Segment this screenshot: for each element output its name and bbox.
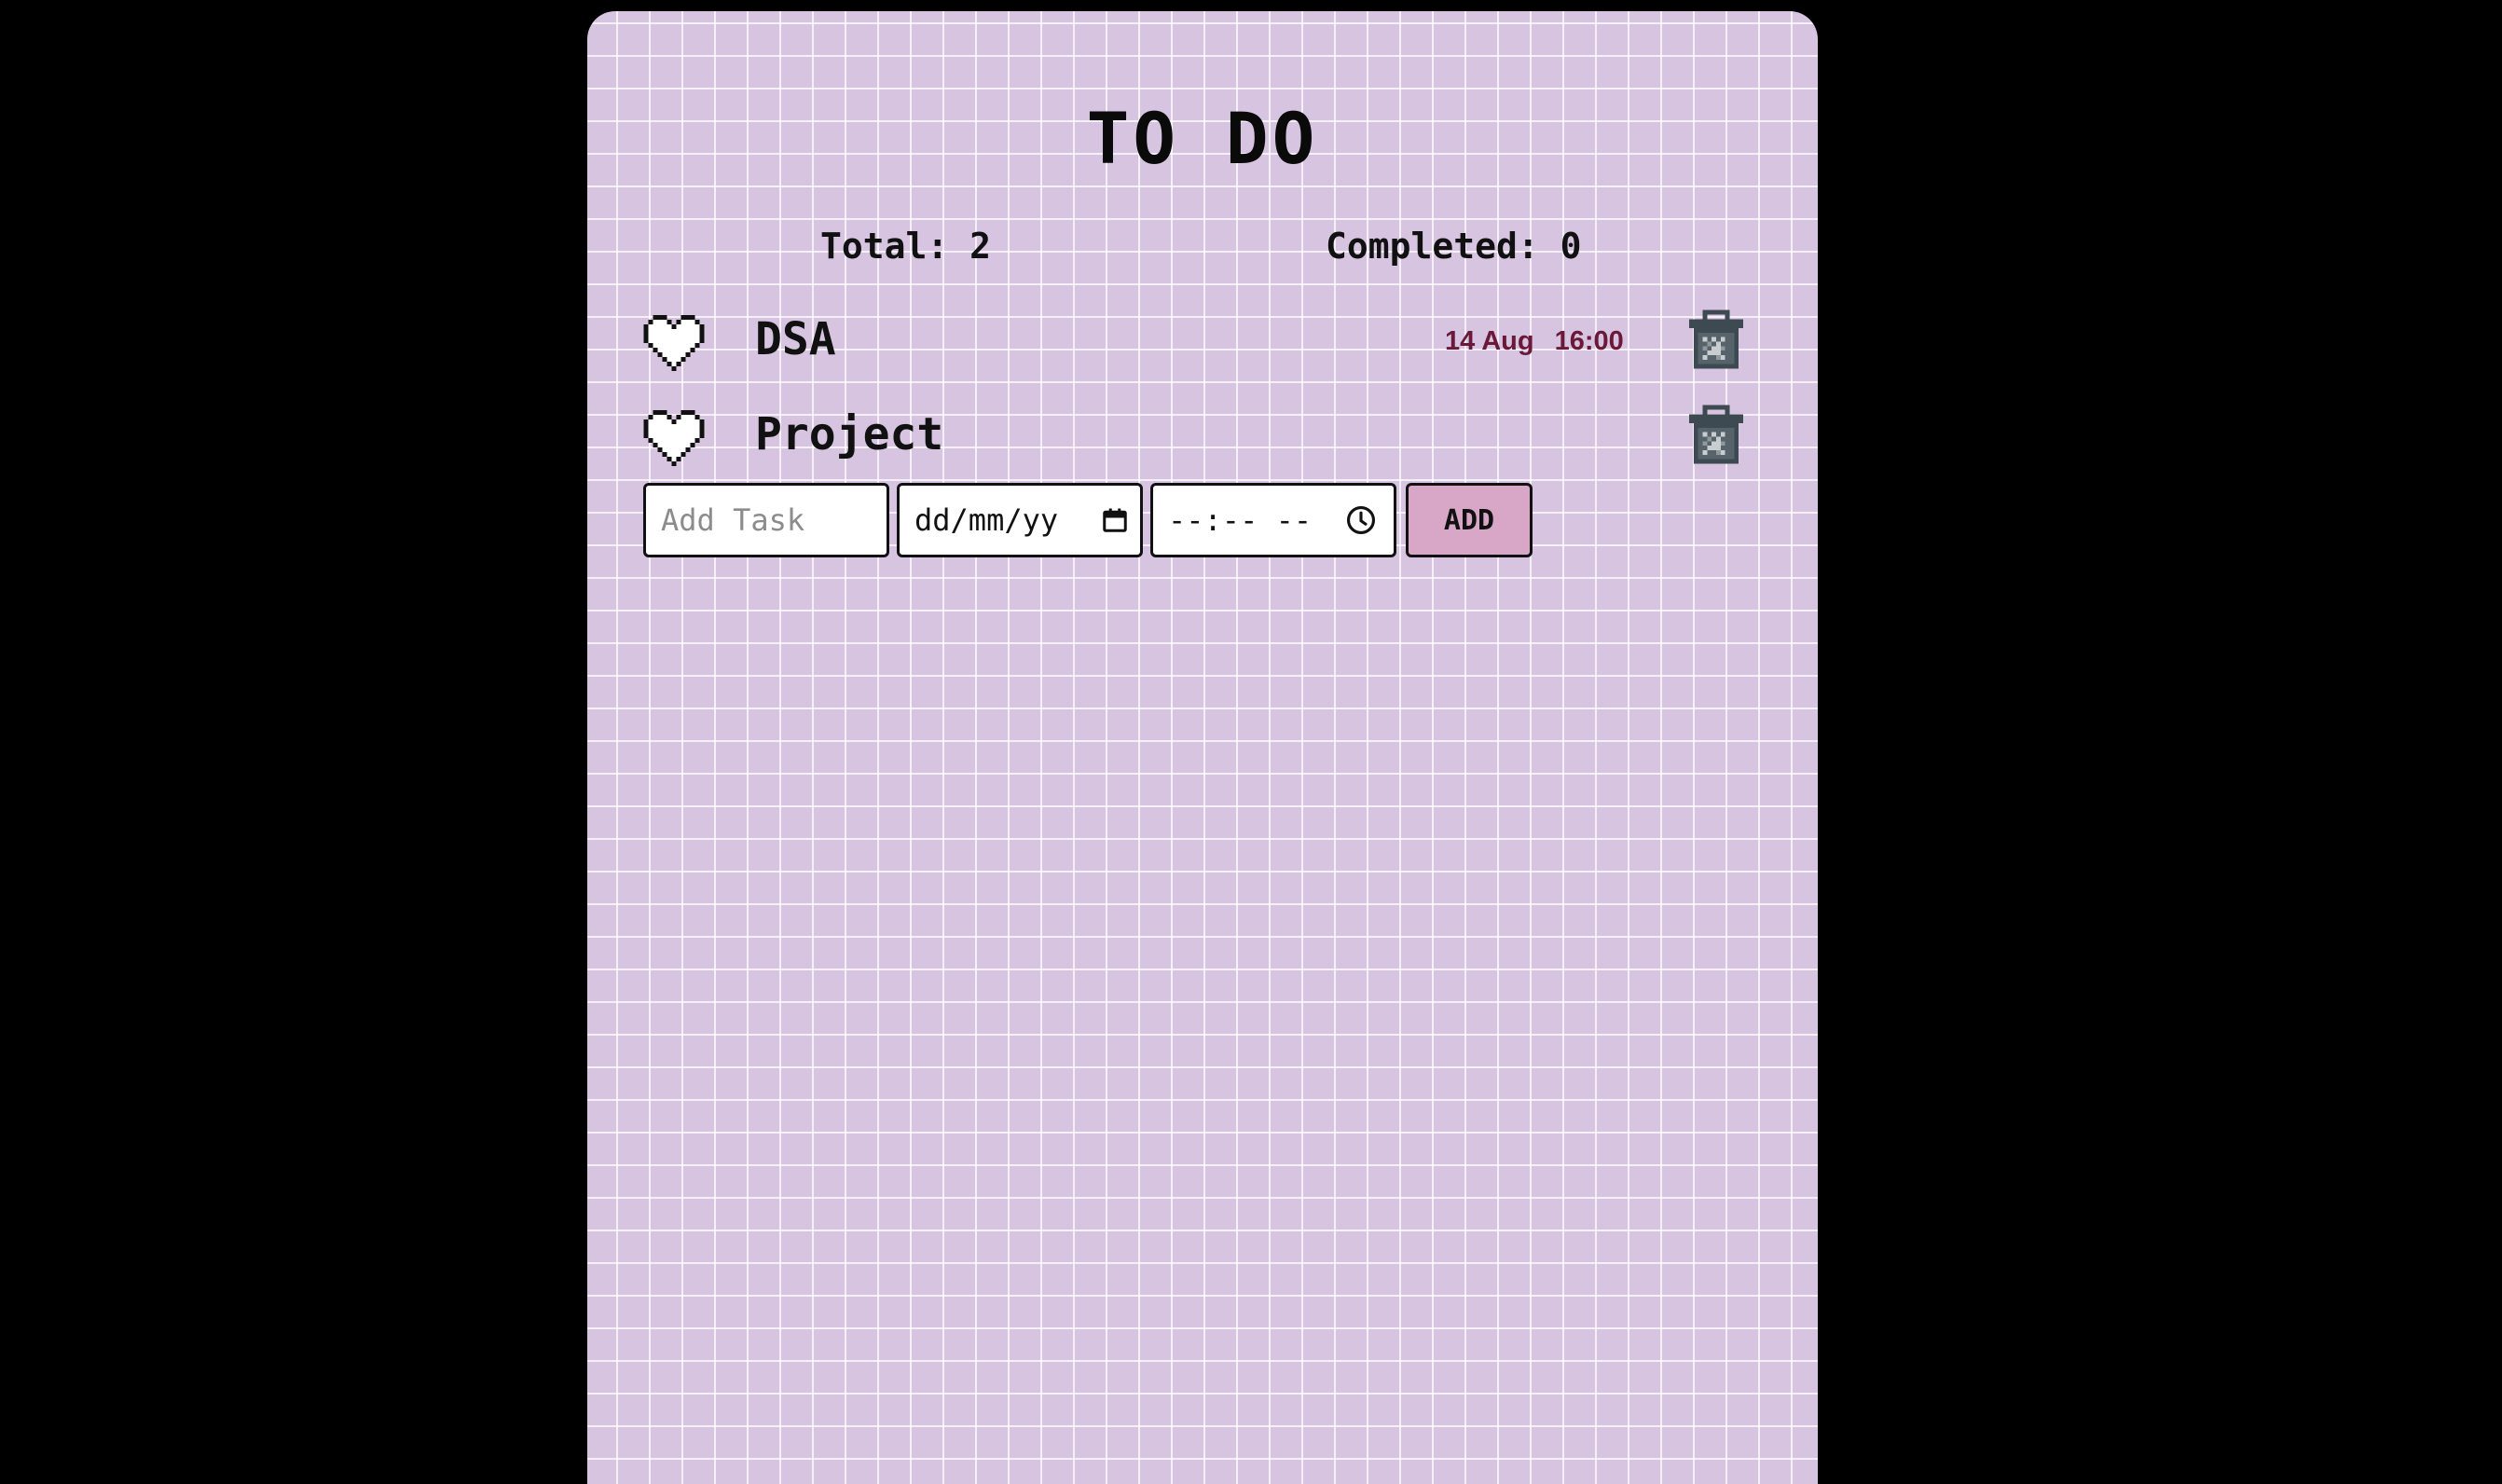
task-name[interactable]: Project — [755, 408, 943, 460]
todo-card: TO DO Total: 2 Completed: 0 DSA 14 Aug 16… — [587, 11, 1818, 1484]
time-input-value: --:-- -- — [1168, 502, 1313, 538]
completed-count: Completed: 0 — [1326, 226, 1582, 267]
date-input[interactable]: dd/mm/yy — [897, 483, 1143, 557]
heart-outline-icon[interactable] — [643, 410, 705, 466]
total-count: Total: 2 — [820, 226, 992, 267]
task-time: 16:00 — [1554, 326, 1624, 356]
calendar-icon[interactable] — [1101, 506, 1129, 534]
app-title: TO DO — [1086, 97, 1319, 180]
trash-icon[interactable] — [1689, 309, 1743, 369]
task-due: 14 Aug 16:00 — [1445, 326, 1624, 357]
task-date: 14 Aug — [1445, 326, 1534, 356]
task-name[interactable]: DSA — [755, 313, 836, 365]
task-item: DSA 14 Aug 16:00 — [643, 306, 1762, 380]
trash-icon[interactable] — [1689, 405, 1743, 464]
heart-outline-icon[interactable] — [643, 315, 705, 371]
date-input-value: dd/mm/yy — [914, 502, 1059, 538]
task-input-placeholder: Add Task — [661, 502, 805, 538]
time-input[interactable]: --:-- -- — [1150, 483, 1396, 557]
add-button[interactable]: ADD — [1406, 483, 1533, 557]
task-input[interactable]: Add Task — [643, 483, 889, 557]
clock-icon[interactable] — [1345, 504, 1377, 536]
task-item: Project — [643, 401, 1762, 475]
